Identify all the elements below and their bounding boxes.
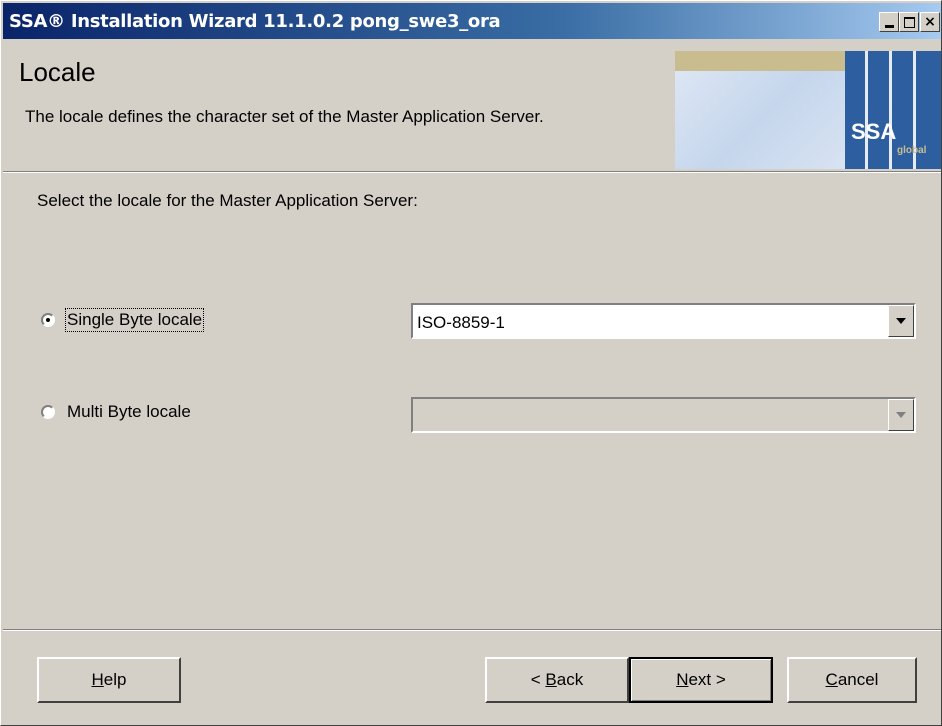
close-button[interactable]: × [920, 12, 940, 32]
maximize-button[interactable] [899, 12, 919, 32]
back-label: < Back [530, 670, 584, 689]
single-byte-locale-select[interactable]: ISO-8859-1 [411, 303, 916, 339]
installer-window: SSA® Installation Wizard 11.1.0.2 pong_s… [0, 0, 942, 726]
single-byte-radio[interactable] [41, 313, 55, 327]
logo-text: SSA [851, 119, 897, 144]
cancel-label: Cancel [825, 670, 879, 689]
logo-bars [845, 51, 941, 169]
logo-band [675, 51, 845, 71]
locale-prompt: Select the locale for the Master Applica… [37, 191, 418, 210]
ssa-global-logo: SSA global [675, 51, 941, 169]
minimize-button[interactable] [879, 12, 899, 32]
logo-bar [865, 51, 868, 169]
single-byte-locale-value: ISO-8859-1 [417, 313, 505, 332]
chevron-down-icon [896, 318, 906, 324]
chevron-down-icon [896, 412, 906, 418]
single-byte-radio-option[interactable]: Single Byte locale [41, 307, 205, 333]
header-divider [3, 171, 941, 173]
next-label: Next > [676, 670, 726, 689]
page-title: Locale [19, 57, 96, 87]
logo-background [675, 71, 845, 169]
multi-byte-radio-option[interactable]: Multi Byte locale [41, 399, 191, 425]
logo-bar [889, 51, 892, 169]
back-button[interactable]: < Back [485, 657, 629, 703]
multi-byte-radio[interactable] [41, 405, 55, 419]
logo-subtext: global [897, 145, 927, 156]
page-description: The locale defines the character set of … [25, 107, 544, 126]
title-bar[interactable]: SSA® Installation Wizard 11.1.0.2 pong_s… [3, 3, 941, 39]
window-title: SSA® Installation Wizard 11.1.0.2 pong_s… [9, 11, 501, 32]
single-byte-label[interactable]: Single Byte locale [64, 308, 205, 332]
wizard-header: Locale The locale defines the character … [3, 39, 941, 171]
help-button[interactable]: Help [37, 657, 181, 703]
minimize-icon [884, 25, 894, 28]
multi-byte-label[interactable]: Multi Byte locale [67, 402, 191, 422]
footer-divider [3, 629, 941, 631]
maximize-icon [903, 16, 915, 28]
multi-byte-dropdown-button [888, 399, 914, 431]
single-byte-dropdown-button[interactable] [888, 305, 914, 337]
help-label: Help [91, 670, 127, 689]
close-icon: × [924, 14, 936, 30]
cancel-button[interactable]: Cancel [787, 657, 917, 703]
multi-byte-locale-select [411, 397, 916, 433]
next-button[interactable]: Next > [629, 657, 773, 703]
